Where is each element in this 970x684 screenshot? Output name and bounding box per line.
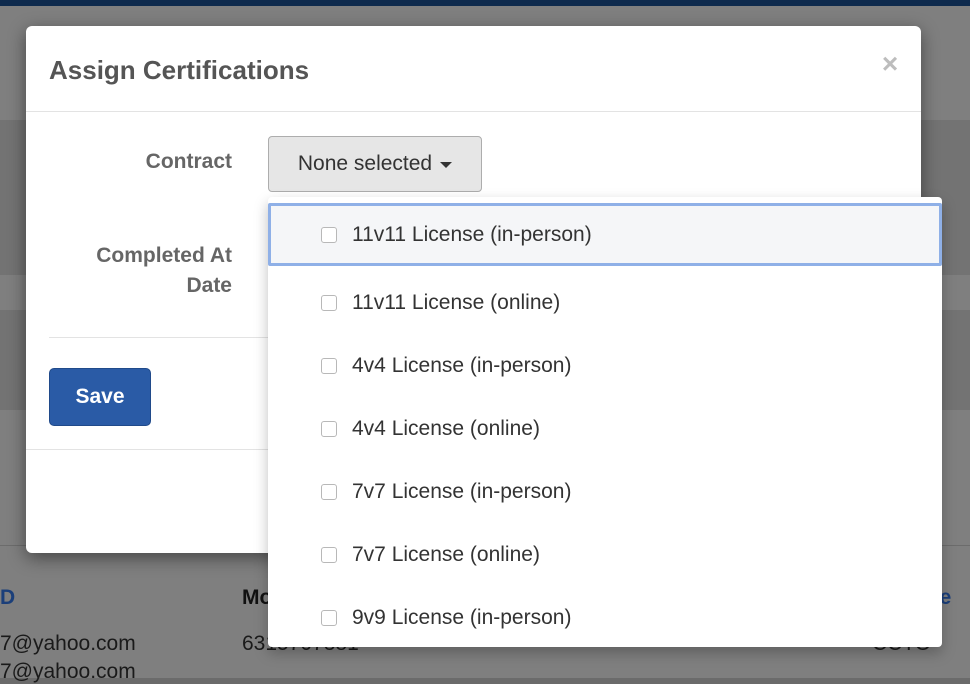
completed-label-line2: Date — [186, 274, 232, 297]
dropdown-option[interactable]: 4v4 License (online) — [268, 397, 942, 460]
save-button[interactable]: Save — [49, 368, 151, 426]
dropdown-option[interactable]: 7v7 License (in-person) — [268, 460, 942, 523]
dropdown-option[interactable]: 11v11 License (in-person) — [268, 203, 942, 266]
caret-down-icon — [440, 162, 453, 168]
option-checkbox[interactable] — [321, 483, 337, 500]
dropdown-option[interactable]: 7v7 License (online) — [268, 523, 942, 586]
option-checkbox[interactable] — [321, 226, 337, 243]
option-label: 9v9 License (in-person) — [352, 605, 572, 629]
contract-dropdown-toggle[interactable]: None selected — [268, 136, 482, 192]
option-checkbox[interactable] — [321, 420, 337, 437]
contract-dropdown-menu: 11v11 License (in-person) 11v11 License … — [268, 197, 942, 647]
option-label: 4v4 License (online) — [352, 416, 540, 440]
modal-title: Assign Certifications — [49, 55, 310, 85]
option-checkbox[interactable] — [321, 609, 337, 626]
form-divider — [49, 337, 294, 338]
option-label: 11v11 License (in-person) — [352, 222, 592, 246]
option-label: 7v7 License (online) — [352, 542, 540, 566]
background-email: 7@yahoo.com — [0, 632, 136, 655]
option-checkbox[interactable] — [321, 294, 337, 311]
modal-header-divider — [26, 111, 921, 112]
background-column-header: D — [0, 586, 16, 609]
dropdown-option[interactable]: 9v9 License (in-person) — [268, 586, 942, 647]
dropdown-option[interactable]: 4v4 License (in-person) — [268, 334, 942, 397]
option-label: 7v7 License (in-person) — [352, 479, 572, 503]
completed-label-line1: Completed At — [96, 244, 232, 267]
completed-at-date-label: Completed At Date — [56, 241, 232, 301]
modal-footer-divider — [26, 449, 271, 450]
option-label: 4v4 License (in-person) — [352, 353, 572, 377]
background-email: 7@yahoo.com — [0, 660, 136, 683]
dropdown-option[interactable]: 11v11 License (online) — [268, 271, 942, 334]
contract-label: Contract — [145, 150, 232, 173]
close-icon[interactable]: × — [876, 50, 904, 78]
option-checkbox[interactable] — [321, 546, 337, 563]
dropdown-selected-text: None selected — [297, 152, 433, 175]
option-checkbox[interactable] — [321, 357, 337, 374]
option-label: 11v11 License (online) — [352, 290, 561, 314]
